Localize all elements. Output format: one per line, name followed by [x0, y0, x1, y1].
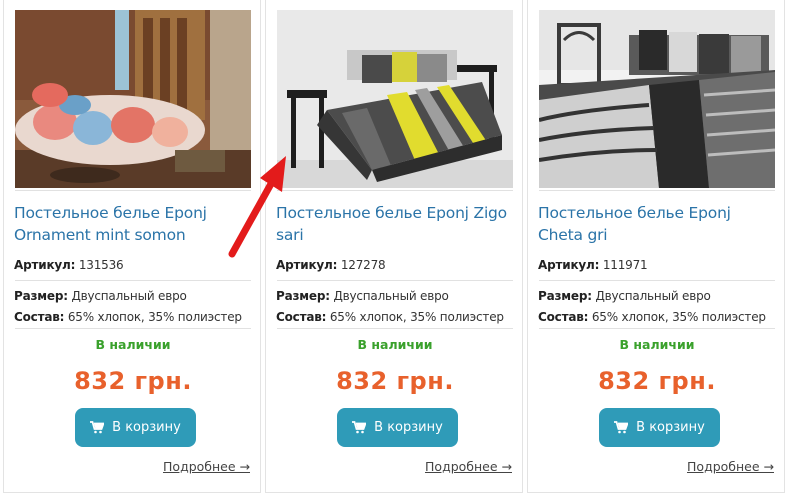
composition-label: Состав: — [14, 310, 65, 324]
price: 832 грн. — [336, 367, 454, 395]
sku-label: Артикул: — [538, 258, 600, 272]
divider — [539, 328, 775, 329]
product-title-link[interactable]: Постельное белье Eponj Cheta gri — [538, 202, 778, 246]
add-to-cart-button[interactable]: В корзину — [75, 408, 196, 447]
price: 832 грн. — [74, 367, 192, 395]
composition-value: 65% хлопок, 35% полиэстер — [67, 310, 242, 324]
sku-label: Артикул: — [276, 258, 338, 272]
sku-label: Артикул: — [14, 258, 76, 272]
add-to-cart-button[interactable]: В корзину — [337, 408, 458, 447]
product-card: Постельное белье Eponj Zigo sari Артикул… — [265, 0, 523, 493]
sku-value: 111971 — [602, 258, 648, 272]
composition-value: 65% хлопок, 35% полиэстер — [591, 310, 766, 324]
divider — [539, 190, 775, 191]
product-title-link[interactable]: Постельное белье Eponj Ornament mint som… — [14, 202, 254, 246]
product-title-link[interactable]: Постельное белье Eponj Zigo sari — [276, 202, 516, 246]
add-to-cart-label: В корзину — [112, 420, 181, 435]
price: 832 грн. — [598, 367, 716, 395]
divider — [277, 280, 513, 281]
divider — [539, 280, 775, 281]
product-card: Постельное белье Eponj Cheta gri Артикул… — [527, 0, 785, 493]
sku-value: 131536 — [78, 258, 124, 272]
stock-status: В наличии — [357, 337, 433, 352]
sku-value: 127278 — [340, 258, 386, 272]
composition-row: Состав: 65% хлопок, 35% полиэстер — [14, 310, 242, 324]
sku-row: Артикул: 131536 — [14, 258, 124, 272]
product-grid: Постельное белье Eponj Ornament mint som… — [0, 0, 793, 493]
size-row: Размер: Двуспальный евро — [276, 289, 449, 303]
size-label: Размер: — [14, 289, 68, 303]
size-value: Двуспальный евро — [595, 289, 711, 303]
size-label: Размер: — [276, 289, 330, 303]
details-link[interactable]: Подробнее → — [163, 459, 250, 474]
details-link[interactable]: Подробнее → — [425, 459, 512, 474]
add-to-cart-label: В корзину — [374, 420, 443, 435]
details-link[interactable]: Подробнее → — [687, 459, 774, 474]
divider — [15, 190, 251, 191]
composition-value: 65% хлопок, 35% полиэстер — [329, 310, 504, 324]
divider — [277, 328, 513, 329]
composition-label: Состав: — [538, 310, 589, 324]
add-to-cart-button[interactable]: В корзину — [599, 408, 720, 447]
size-label: Размер: — [538, 289, 592, 303]
composition-row: Состав: 65% хлопок, 35% полиэстер — [276, 310, 504, 324]
composition-row: Состав: 65% хлопок, 35% полиэстер — [538, 310, 766, 324]
size-value: Двуспальный евро — [333, 289, 449, 303]
cart-icon — [614, 421, 629, 434]
sku-row: Артикул: 111971 — [538, 258, 648, 272]
size-row: Размер: Двуспальный евро — [14, 289, 187, 303]
divider — [277, 190, 513, 191]
product-image[interactable] — [15, 10, 251, 188]
cart-icon — [90, 421, 105, 434]
size-row: Размер: Двуспальный евро — [538, 289, 711, 303]
sku-row: Артикул: 127278 — [276, 258, 386, 272]
stock-status: В наличии — [619, 337, 695, 352]
divider — [15, 328, 251, 329]
stock-status: В наличии — [95, 337, 171, 352]
divider — [15, 280, 251, 281]
composition-label: Состав: — [276, 310, 327, 324]
product-image[interactable] — [277, 10, 513, 188]
cart-icon — [352, 421, 367, 434]
add-to-cart-label: В корзину — [636, 420, 705, 435]
product-card: Постельное белье Eponj Ornament mint som… — [3, 0, 261, 493]
product-image[interactable] — [539, 10, 775, 188]
size-value: Двуспальный евро — [71, 289, 187, 303]
